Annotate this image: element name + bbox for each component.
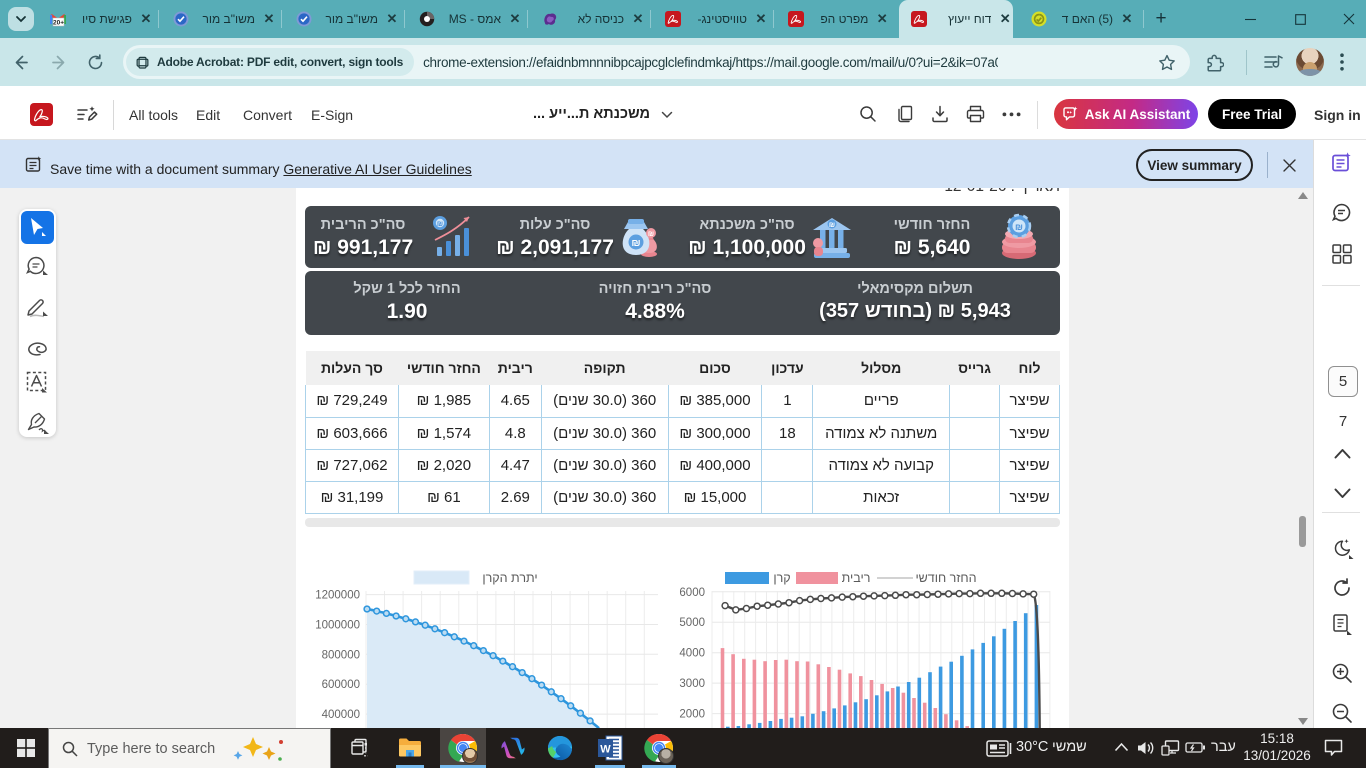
svg-text:יתרת הקרן: יתרת הקרן bbox=[482, 571, 537, 585]
svg-text:600000: 600000 bbox=[322, 679, 360, 691]
svg-text:20+: 20+ bbox=[53, 20, 64, 27]
svg-text:החזר חודשי: החזר חודשי bbox=[915, 571, 976, 585]
svg-text:ריבית: ריבית bbox=[842, 571, 871, 585]
svg-text:1000000: 1000000 bbox=[315, 620, 360, 632]
svg-text:6000: 6000 bbox=[679, 587, 705, 599]
svg-text:1200000: 1200000 bbox=[315, 590, 360, 602]
svg-text:קרן: קרן bbox=[773, 571, 790, 585]
svg-text:W: W bbox=[600, 744, 611, 756]
svg-text:₪: ₪ bbox=[631, 237, 640, 249]
svg-text:₪: ₪ bbox=[437, 221, 443, 228]
svg-text:4000: 4000 bbox=[679, 648, 705, 660]
svg-text:₪: ₪ bbox=[829, 222, 835, 229]
svg-text:2000: 2000 bbox=[679, 709, 705, 721]
svg-text:₪: ₪ bbox=[1015, 222, 1023, 232]
svg-text:5000: 5000 bbox=[679, 617, 705, 629]
svg-text:400000: 400000 bbox=[322, 709, 360, 721]
svg-text:₪: ₪ bbox=[648, 231, 654, 238]
svg-text:800000: 800000 bbox=[322, 649, 360, 661]
svg-text:3000: 3000 bbox=[679, 678, 705, 690]
